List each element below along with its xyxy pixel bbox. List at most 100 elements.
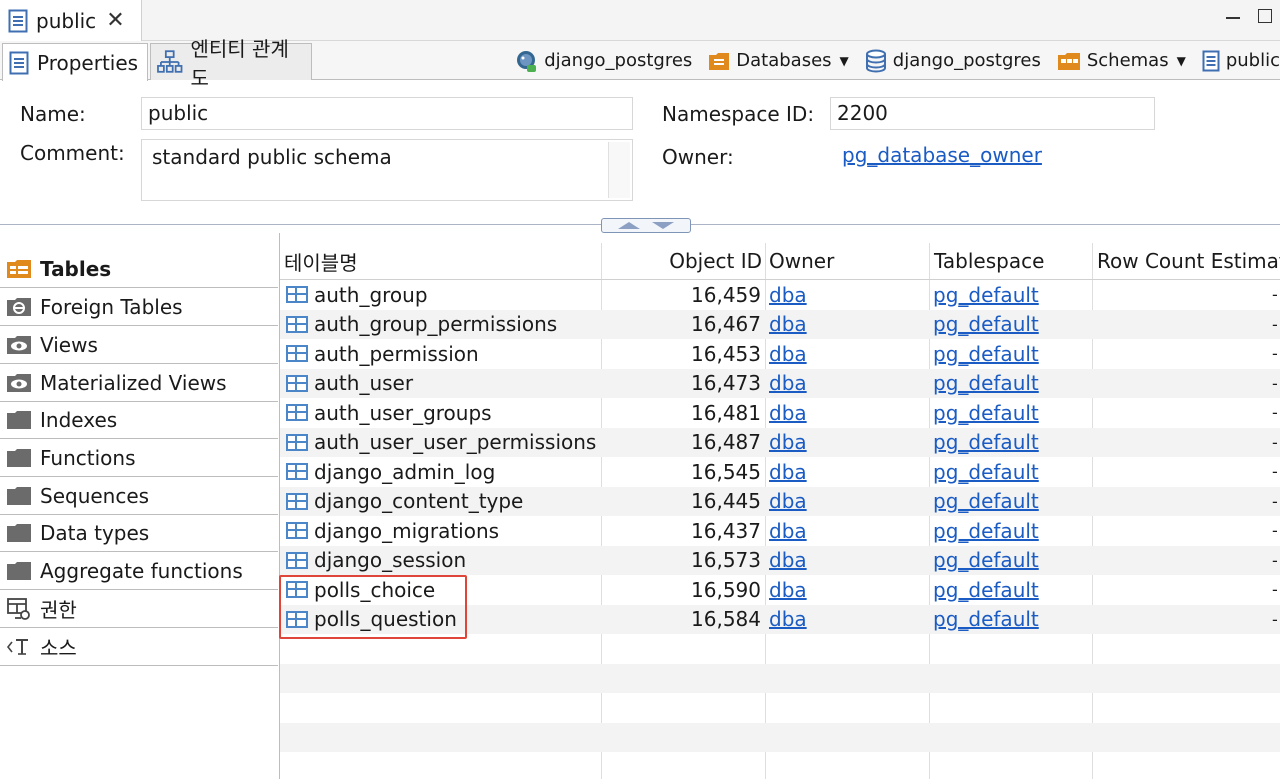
- owner-cell[interactable]: dba: [769, 546, 807, 576]
- table-row[interactable]: auth_user_user_permissions 16,487 dba pg_de…: [280, 427, 1280, 458]
- tab-er-diagram[interactable]: 엔티티 관계도: [150, 37, 312, 90]
- owner-cell[interactable]: dba: [769, 280, 807, 310]
- nav-item-permissions[interactable]: 권한: [0, 590, 278, 628]
- tablespace-link[interactable]: pg_default: [933, 342, 1039, 366]
- table-row[interactable]: django_admin_log 16,545 dba pg_default -: [280, 457, 1280, 487]
- tablespace-link[interactable]: pg_default: [933, 430, 1039, 454]
- breadcrumb-schemas[interactable]: Schemas ▼: [1057, 50, 1186, 72]
- tablespace-cell[interactable]: pg_default: [933, 575, 1039, 605]
- owner-link[interactable]: dba: [769, 342, 807, 366]
- tablespace-cell[interactable]: pg_default: [933, 339, 1039, 369]
- table-row[interactable]: auth_user 16,473 dba pg_default -: [280, 368, 1280, 399]
- breadcrumb-connection[interactable]: django_postgres: [514, 49, 692, 73]
- table-row[interactable]: django_migrations 16,437 dba pg_default -: [280, 516, 1280, 546]
- namespace-field[interactable]: 2200: [830, 97, 1155, 130]
- minimize-icon[interactable]: [1226, 9, 1240, 19]
- collapse-up-icon[interactable]: [618, 222, 640, 229]
- nav-item-materialized-views[interactable]: Materialized Views: [0, 364, 278, 402]
- tablespace-cell[interactable]: pg_default: [933, 516, 1039, 546]
- tablespace-link[interactable]: pg_default: [933, 578, 1039, 602]
- owner-link[interactable]: dba: [769, 430, 807, 454]
- tablespace-link[interactable]: pg_default: [933, 283, 1039, 307]
- tablespace-cell[interactable]: pg_default: [933, 310, 1039, 340]
- table-row[interactable]: auth_group_permissions 16,467 dba pg_defaul…: [280, 309, 1280, 340]
- chevron-down-icon[interactable]: ▼: [840, 54, 849, 68]
- tablespace-cell[interactable]: pg_default: [933, 428, 1039, 458]
- breadcrumb-database[interactable]: django_postgres: [865, 49, 1041, 73]
- owner-link[interactable]: dba: [769, 607, 807, 631]
- tablespace-link[interactable]: pg_default: [933, 460, 1039, 484]
- editor-tab-public[interactable]: public ✕: [0, 0, 142, 41]
- owner-cell[interactable]: dba: [769, 398, 807, 428]
- tablespace-link[interactable]: pg_default: [933, 489, 1039, 513]
- collapse-down-icon[interactable]: [652, 222, 674, 229]
- tablespace-link[interactable]: pg_default: [933, 401, 1039, 425]
- tablespace-link[interactable]: pg_default: [933, 548, 1039, 572]
- table-row[interactable]: django_session 16,573 dba pg_default -: [280, 545, 1280, 576]
- column-header-row-count[interactable]: Row Count Estimat: [1097, 243, 1280, 279]
- tablespace-cell[interactable]: pg_default: [933, 457, 1039, 487]
- name-field[interactable]: public: [141, 97, 633, 130]
- table-name-cell[interactable]: auth_group_permissions: [286, 310, 557, 340]
- owner-link[interactable]: dba: [769, 371, 807, 395]
- table-row[interactable]: django_content_type 16,445 dba pg_default -: [280, 486, 1280, 517]
- owner-cell[interactable]: dba: [769, 369, 807, 399]
- table-name-cell[interactable]: auth_user_user_permissions: [286, 428, 596, 458]
- tablespace-link[interactable]: pg_default: [933, 519, 1039, 543]
- maximize-icon[interactable]: [1258, 9, 1272, 23]
- table-name-cell[interactable]: django_content_type: [286, 487, 523, 517]
- table-row[interactable]: auth_permission 16,453 dba pg_default -: [280, 339, 1280, 369]
- owner-link[interactable]: pg_database_owner: [842, 143, 1042, 167]
- table-name-cell[interactable]: auth_group: [286, 280, 428, 310]
- tablespace-link[interactable]: pg_default: [933, 371, 1039, 395]
- table-name-cell[interactable]: django_admin_log: [286, 457, 495, 487]
- table-name-cell[interactable]: auth_permission: [286, 339, 479, 369]
- nav-item-foreign-tables[interactable]: Foreign Tables: [0, 288, 278, 326]
- table-row[interactable]: auth_group 16,459 dba pg_default -: [280, 280, 1280, 310]
- column-header-table-name[interactable]: 테이블명: [284, 243, 358, 279]
- nav-item-sequences[interactable]: Sequences: [0, 477, 278, 515]
- nav-item-aggregate-functions[interactable]: Aggregate functions: [0, 552, 278, 590]
- tablespace-cell[interactable]: pg_default: [933, 280, 1039, 310]
- owner-link[interactable]: dba: [769, 460, 807, 484]
- tablespace-cell[interactable]: pg_default: [933, 546, 1039, 576]
- close-icon[interactable]: ✕: [106, 8, 124, 33]
- owner-cell[interactable]: dba: [769, 575, 807, 605]
- nav-item-indexes[interactable]: Indexes: [0, 401, 278, 439]
- table-row[interactable]: auth_user_groups 16,481 dba pg_default -: [280, 398, 1280, 428]
- owner-link[interactable]: dba: [769, 283, 807, 307]
- tab-properties[interactable]: Properties: [2, 43, 148, 81]
- comment-scrollbar[interactable]: [608, 142, 630, 198]
- nav-item-data-types[interactable]: Data types: [0, 514, 278, 552]
- nav-item-tables[interactable]: Tables: [0, 250, 278, 288]
- breadcrumb-schema[interactable]: public: [1202, 50, 1280, 72]
- table-name-cell[interactable]: django_migrations: [286, 516, 499, 546]
- nav-item-views[interactable]: Views: [0, 326, 278, 364]
- owner-link[interactable]: dba: [769, 489, 807, 513]
- owner-link[interactable]: dba: [769, 548, 807, 572]
- breadcrumb-databases[interactable]: Databases ▼: [708, 50, 849, 72]
- owner-cell[interactable]: dba: [769, 310, 807, 340]
- owner-cell[interactable]: dba: [769, 516, 807, 546]
- column-header-tablespace[interactable]: Tablespace: [934, 243, 1044, 279]
- owner-cell[interactable]: dba: [769, 428, 807, 458]
- tablespace-cell[interactable]: pg_default: [933, 369, 1039, 399]
- nav-item-functions[interactable]: Functions: [0, 439, 278, 477]
- tablespace-cell[interactable]: pg_default: [933, 398, 1039, 428]
- column-header-object-id[interactable]: Object ID: [602, 243, 762, 279]
- splitter-handle[interactable]: [601, 218, 691, 233]
- table-name-cell[interactable]: auth_user_groups: [286, 398, 492, 428]
- tablespace-cell[interactable]: pg_default: [933, 605, 1039, 635]
- owner-cell[interactable]: dba: [769, 339, 807, 369]
- table-name-cell[interactable]: auth_user: [286, 369, 413, 399]
- owner-link[interactable]: dba: [769, 312, 807, 336]
- owner-cell[interactable]: dba: [769, 487, 807, 517]
- owner-cell[interactable]: dba: [769, 457, 807, 487]
- owner-link[interactable]: dba: [769, 401, 807, 425]
- tablespace-link[interactable]: pg_default: [933, 607, 1039, 631]
- comment-field[interactable]: standard public schema: [141, 139, 633, 201]
- table-name-cell[interactable]: django_session: [286, 546, 466, 576]
- owner-cell[interactable]: dba: [769, 605, 807, 635]
- column-header-owner[interactable]: Owner: [769, 243, 834, 279]
- owner-link[interactable]: dba: [769, 519, 807, 543]
